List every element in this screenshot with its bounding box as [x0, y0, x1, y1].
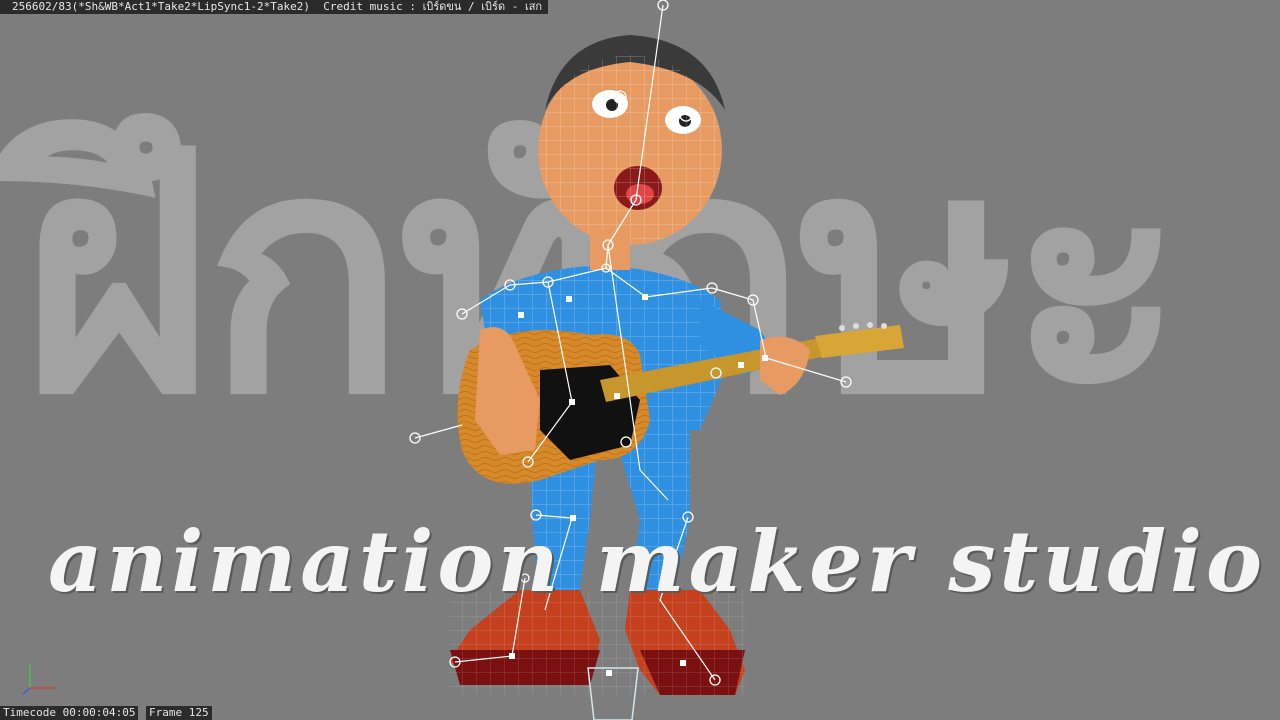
- 3d-viewport[interactable]: ฝึกทักษะ: [0, 0, 1280, 720]
- axis-gizmo-icon: [22, 664, 56, 695]
- rigged-guitarist-character[interactable]: [0, 0, 1280, 720]
- scene-title-bar: 256602/83(*Sh&WB*Act1*Take2*LipSync1-2*T…: [0, 0, 549, 14]
- character-head: [538, 35, 725, 270]
- watermark-studio-text: animation maker studio: [48, 512, 1267, 611]
- frame-readout: Frame 125: [146, 706, 212, 720]
- timecode-readout: Timecode 00:00:04:05: [0, 706, 139, 720]
